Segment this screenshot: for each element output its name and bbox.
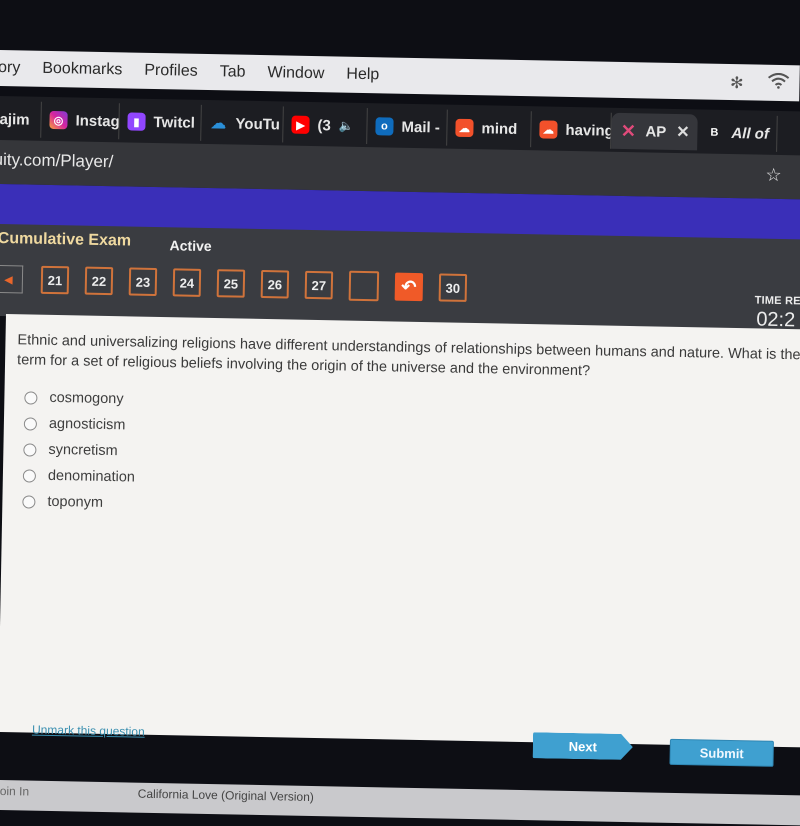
soundcloud-icon: ☁: [455, 118, 474, 138]
tab-all-of[interactable]: B All of: [697, 114, 778, 152]
screen: tory Bookmarks Profiles Tab Window Help …: [0, 0, 800, 826]
close-tab-icon[interactable]: ✕: [676, 122, 690, 142]
bluetooth-icon[interactable]: ✻: [730, 73, 744, 93]
question-button-28[interactable]: [348, 270, 380, 302]
tab-mind[interactable]: ☁ mind: [447, 109, 532, 148]
submit-button[interactable]: Submit: [669, 738, 774, 767]
tab-mail[interactable]: o Mail -: [367, 108, 448, 146]
menu-bar: tory Bookmarks Profiles Tab Window Help …: [0, 50, 800, 102]
tab-label: All of: [731, 124, 770, 143]
question-button-27[interactable]: 27: [304, 270, 334, 300]
question-button-24[interactable]: 24: [172, 268, 202, 297]
next-button[interactable]: Next: [533, 732, 633, 760]
tab-label: Instag: [75, 111, 120, 130]
time-remaining-label: TIME RE: [754, 294, 800, 308]
question-button-29-current[interactable]: ↶: [394, 272, 424, 302]
status-icons: ✻: [730, 72, 790, 94]
answer-choices: cosmogony agnosticism syncretism denomin…: [22, 384, 137, 516]
menu-bookmarks[interactable]: Bookmarks: [42, 60, 122, 80]
now-playing-title: California Love (Original Version): [137, 786, 314, 805]
bottom-strip: oin In California Love (Original Version…: [0, 780, 800, 826]
choice-syncretism[interactable]: syncretism: [23, 436, 136, 464]
tab-label: ajim: [0, 110, 30, 129]
question-button-25[interactable]: 25: [216, 269, 246, 298]
url-input[interactable]: uity.com/Player/: [0, 150, 113, 172]
question-button-21[interactable]: 21: [40, 265, 70, 295]
menu-history[interactable]: tory: [0, 59, 20, 78]
choice-label: cosmogony: [49, 389, 124, 408]
choice-label: agnosticism: [48, 415, 126, 434]
cloud-download-icon: ☁: [210, 115, 227, 133]
question-navigator: ◀ 21 22 23 24 25 26 27 ↶ 30: [0, 264, 483, 303]
radio-button[interactable]: [23, 442, 37, 457]
edgenuity-x-icon: ✕: [620, 120, 637, 141]
instagram-icon: ◎: [49, 110, 68, 130]
question-panel: Ethnic and universalizing religions have…: [0, 314, 800, 767]
exam-status: Active: [169, 237, 212, 255]
wifi-icon[interactable]: [767, 72, 790, 94]
tab-instagram[interactable]: ◎ Instag: [41, 101, 120, 140]
twitch-icon: ▮: [127, 112, 146, 131]
tab-ap-active[interactable]: ✕ AP ✕: [611, 112, 698, 151]
tab-label: YouTu: [235, 115, 281, 133]
question-button-22[interactable]: 22: [84, 266, 114, 296]
choice-label: denomination: [47, 467, 136, 486]
choice-label: toponym: [47, 493, 104, 511]
tab-0[interactable]: ajim: [0, 100, 42, 138]
question-text: Ethnic and universalizing religions have…: [16, 332, 800, 380]
join-in-text: oin In: [0, 783, 30, 799]
menu-profiles[interactable]: Profiles: [144, 62, 198, 81]
menu-window[interactable]: Window: [267, 64, 324, 83]
tab-label: (3: [317, 116, 332, 134]
bold-b-icon: B: [710, 126, 719, 139]
outlook-icon: o: [375, 117, 394, 136]
choice-denomination[interactable]: denomination: [22, 462, 136, 490]
previous-questions-button[interactable]: ◀: [0, 264, 24, 294]
radio-button[interactable]: [22, 468, 37, 483]
tab-label: having: [565, 121, 612, 140]
tab-youtube[interactable]: ▶ (3 🔈: [283, 106, 368, 145]
exam-title: Cumulative Exam: [0, 229, 132, 250]
question-button-23[interactable]: 23: [128, 267, 158, 297]
bookmark-star-icon[interactable]: ☆: [765, 165, 782, 186]
tab-youtube-cloud[interactable]: ☁ YouTu: [201, 104, 284, 143]
tab-label: Mail -: [401, 118, 440, 136]
radio-button[interactable]: [23, 416, 38, 431]
tab-label: mind: [481, 119, 518, 138]
question-button-26[interactable]: 26: [260, 270, 290, 299]
tab-having[interactable]: ☁ having: [531, 111, 612, 149]
choice-agnosticism[interactable]: agnosticism: [23, 410, 137, 438]
question-button-30[interactable]: 30: [438, 273, 468, 302]
soundcloud-icon: ☁: [539, 120, 558, 139]
tab-label: AP: [645, 122, 667, 141]
audio-icon[interactable]: 🔈: [339, 119, 354, 133]
menu-tab[interactable]: Tab: [220, 63, 246, 81]
menu-help[interactable]: Help: [346, 66, 379, 85]
radio-button[interactable]: [24, 390, 38, 405]
tab-twitch[interactable]: ▮ Twitcl: [119, 103, 202, 141]
choice-label: syncretism: [48, 441, 118, 460]
choice-cosmogony[interactable]: cosmogony: [24, 384, 137, 412]
marked-return-arrow-icon: ↶: [401, 276, 417, 297]
unmark-question-link[interactable]: Unmark this question: [32, 723, 145, 739]
youtube-icon: ▶: [291, 115, 310, 134]
radio-button[interactable]: [22, 494, 36, 509]
choice-toponym[interactable]: toponym: [22, 488, 135, 516]
caret-left-icon: ◀: [4, 273, 13, 286]
tab-label: Twitcl: [153, 113, 196, 132]
